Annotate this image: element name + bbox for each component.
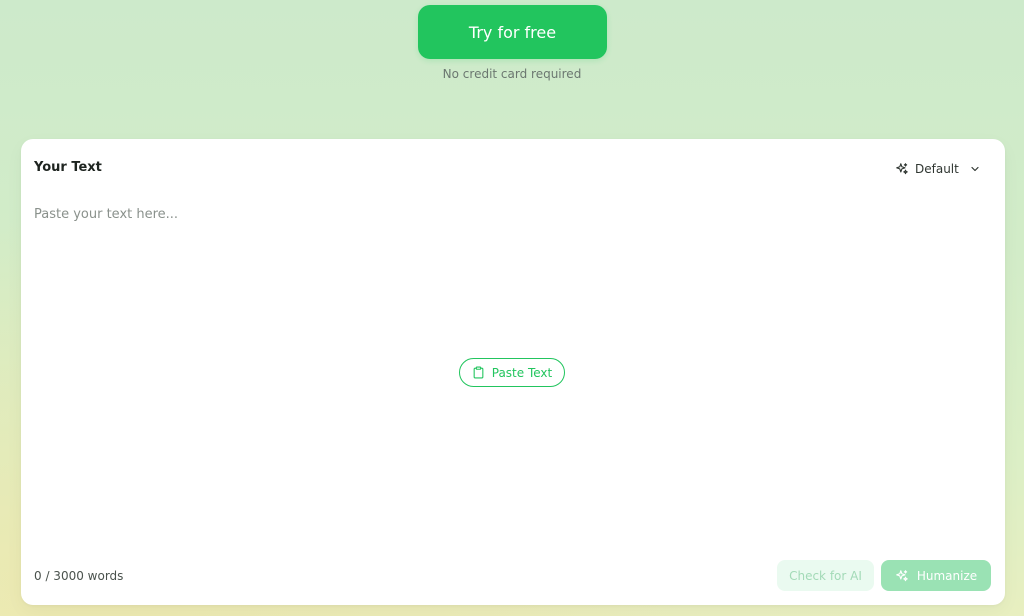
mode-select[interactable]: Default bbox=[895, 159, 981, 179]
clipboard-icon bbox=[472, 366, 485, 379]
check-for-ai-label: Check for AI bbox=[789, 568, 862, 583]
paste-text-button[interactable]: Paste Text bbox=[459, 358, 565, 387]
check-for-ai-button[interactable]: Check for AI bbox=[777, 560, 874, 591]
try-for-free-label: Try for free bbox=[468, 22, 557, 42]
word-count: 0 / 3000 words bbox=[34, 569, 124, 583]
mode-selected-label: Default bbox=[915, 162, 959, 176]
try-for-free-button[interactable]: Try for free bbox=[418, 5, 607, 59]
chevron-down-icon bbox=[969, 163, 981, 175]
paste-text-label: Paste Text bbox=[491, 365, 553, 380]
text-editor-card: Your Text Default Paste Text 0 / 3000 wo… bbox=[21, 139, 1005, 605]
humanize-label: Humanize bbox=[916, 568, 978, 583]
editor-title: Your Text bbox=[34, 160, 102, 175]
sparkle-icon bbox=[895, 162, 909, 176]
humanize-button[interactable]: Humanize bbox=[881, 560, 991, 591]
sparkle-icon bbox=[895, 569, 909, 583]
no-credit-card-note: No credit card required bbox=[442, 67, 582, 81]
